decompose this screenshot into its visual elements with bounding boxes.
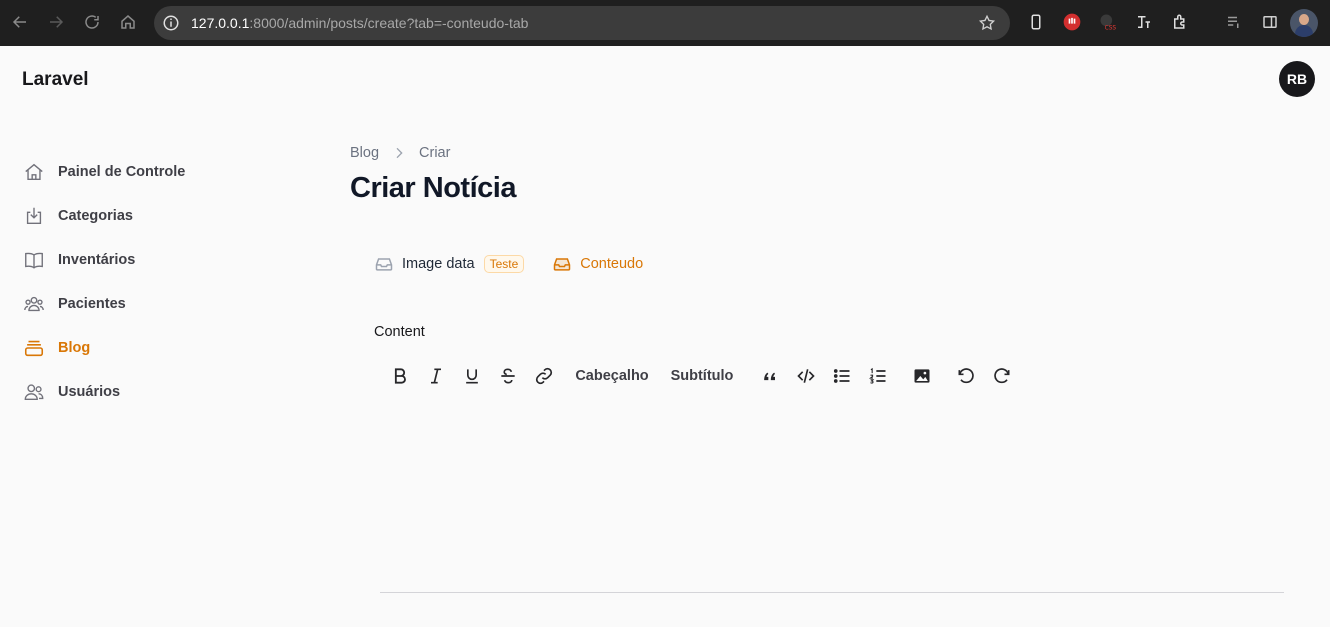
breadcrumb: Blog Criar	[350, 145, 450, 161]
chevron-right-icon	[396, 147, 403, 159]
link-icon[interactable]	[532, 363, 556, 389]
css-extension-icon[interactable]: CSS	[1098, 12, 1118, 32]
bookmark-star-icon[interactable]	[978, 14, 996, 32]
tabs: Image data Teste Conteudo	[374, 254, 671, 274]
svg-text:CSS: CSS	[1105, 26, 1117, 32]
sidebar-item-label: Usuários	[58, 384, 121, 400]
back-icon[interactable]	[9, 11, 31, 33]
stack-icon	[22, 336, 46, 360]
image-icon[interactable]	[910, 363, 934, 389]
strike-icon[interactable]	[496, 363, 520, 389]
bold-icon[interactable]	[388, 363, 412, 389]
user-group-icon	[22, 292, 46, 316]
address-bar[interactable]: 127.0.0.1:8000/admin/posts/create?tab=-c…	[154, 6, 1010, 40]
url-path: :8000/admin/posts/create?tab=-conteudo-t…	[249, 15, 529, 31]
device-icon[interactable]	[1026, 12, 1046, 32]
underline-icon[interactable]	[460, 363, 484, 389]
stop-extension-icon[interactable]	[1062, 12, 1082, 32]
tab-image-data[interactable]: Image data Teste	[374, 254, 525, 274]
reload-icon[interactable]	[81, 11, 103, 33]
editor-area-border	[380, 592, 1284, 593]
content-field-label: Content	[374, 324, 425, 340]
users-icon	[22, 380, 46, 404]
heading-button[interactable]: Cabeçalho	[575, 363, 648, 389]
sidebar-item-blog[interactable]: Blog	[22, 326, 302, 370]
sidebar-item-label: Categorias	[58, 208, 133, 224]
browser-profile-avatar[interactable]	[1290, 9, 1318, 37]
puzzle-icon[interactable]	[1170, 12, 1190, 32]
sidebar-item-label: Inventários	[58, 252, 136, 268]
italic-icon[interactable]	[424, 363, 448, 389]
site-info-icon[interactable]	[162, 14, 180, 32]
sidebar-item-categorias[interactable]: Categorias	[22, 194, 302, 238]
home-icon	[22, 160, 46, 184]
side-panel-icon[interactable]	[1260, 12, 1280, 32]
quote-icon[interactable]	[758, 363, 782, 389]
page-title: Criar Notícia	[350, 172, 516, 204]
url-host: 127.0.0.1	[191, 15, 250, 31]
tab-badge: Teste	[483, 255, 525, 273]
sidebar-item-label: Blog	[58, 340, 91, 356]
sidebar-item-painel[interactable]: Painel de Controle	[22, 150, 302, 194]
tab-label: Image data	[402, 256, 475, 272]
book-open-icon	[22, 248, 46, 272]
inbox-icon	[375, 258, 393, 271]
sidebar-item-inventarios[interactable]: Inventários	[22, 238, 302, 282]
bullet-list-icon[interactable]	[830, 363, 854, 389]
tab-conteudo[interactable]: Conteudo	[552, 254, 643, 274]
undo-icon[interactable]	[954, 363, 978, 389]
subheading-button[interactable]: Subtítulo	[670, 363, 734, 389]
code-icon[interactable]	[794, 363, 818, 389]
browser-chrome: 127.0.0.1:8000/admin/posts/create?tab=-c…	[0, 0, 1330, 46]
download-tray-icon	[22, 204, 46, 228]
sidebar-item-label: Painel de Controle	[58, 164, 186, 180]
redo-icon[interactable]	[990, 363, 1014, 389]
home-icon[interactable]	[117, 11, 139, 33]
ordered-list-icon[interactable]	[866, 363, 890, 389]
app-brand[interactable]: Laravel	[22, 69, 89, 91]
breadcrumb-criar: Criar	[419, 145, 451, 161]
forward-icon[interactable]	[45, 11, 67, 33]
user-avatar[interactable]: RB	[1279, 61, 1315, 97]
sidebar: Painel de Controle Categorias Inventário…	[22, 150, 302, 414]
url-text: 127.0.0.1:8000/admin/posts/create?tab=-c…	[191, 15, 528, 31]
sidebar-item-pacientes[interactable]: Pacientes	[22, 282, 302, 326]
translate-extension-icon[interactable]	[1134, 12, 1154, 32]
breadcrumb-blog[interactable]: Blog	[350, 145, 379, 161]
sidebar-item-label: Pacientes	[58, 296, 126, 312]
media-queue-icon[interactable]	[1224, 12, 1244, 32]
tab-label: Conteudo	[580, 256, 644, 272]
sidebar-item-usuarios[interactable]: Usuários	[22, 370, 302, 414]
inbox-icon	[554, 258, 571, 271]
